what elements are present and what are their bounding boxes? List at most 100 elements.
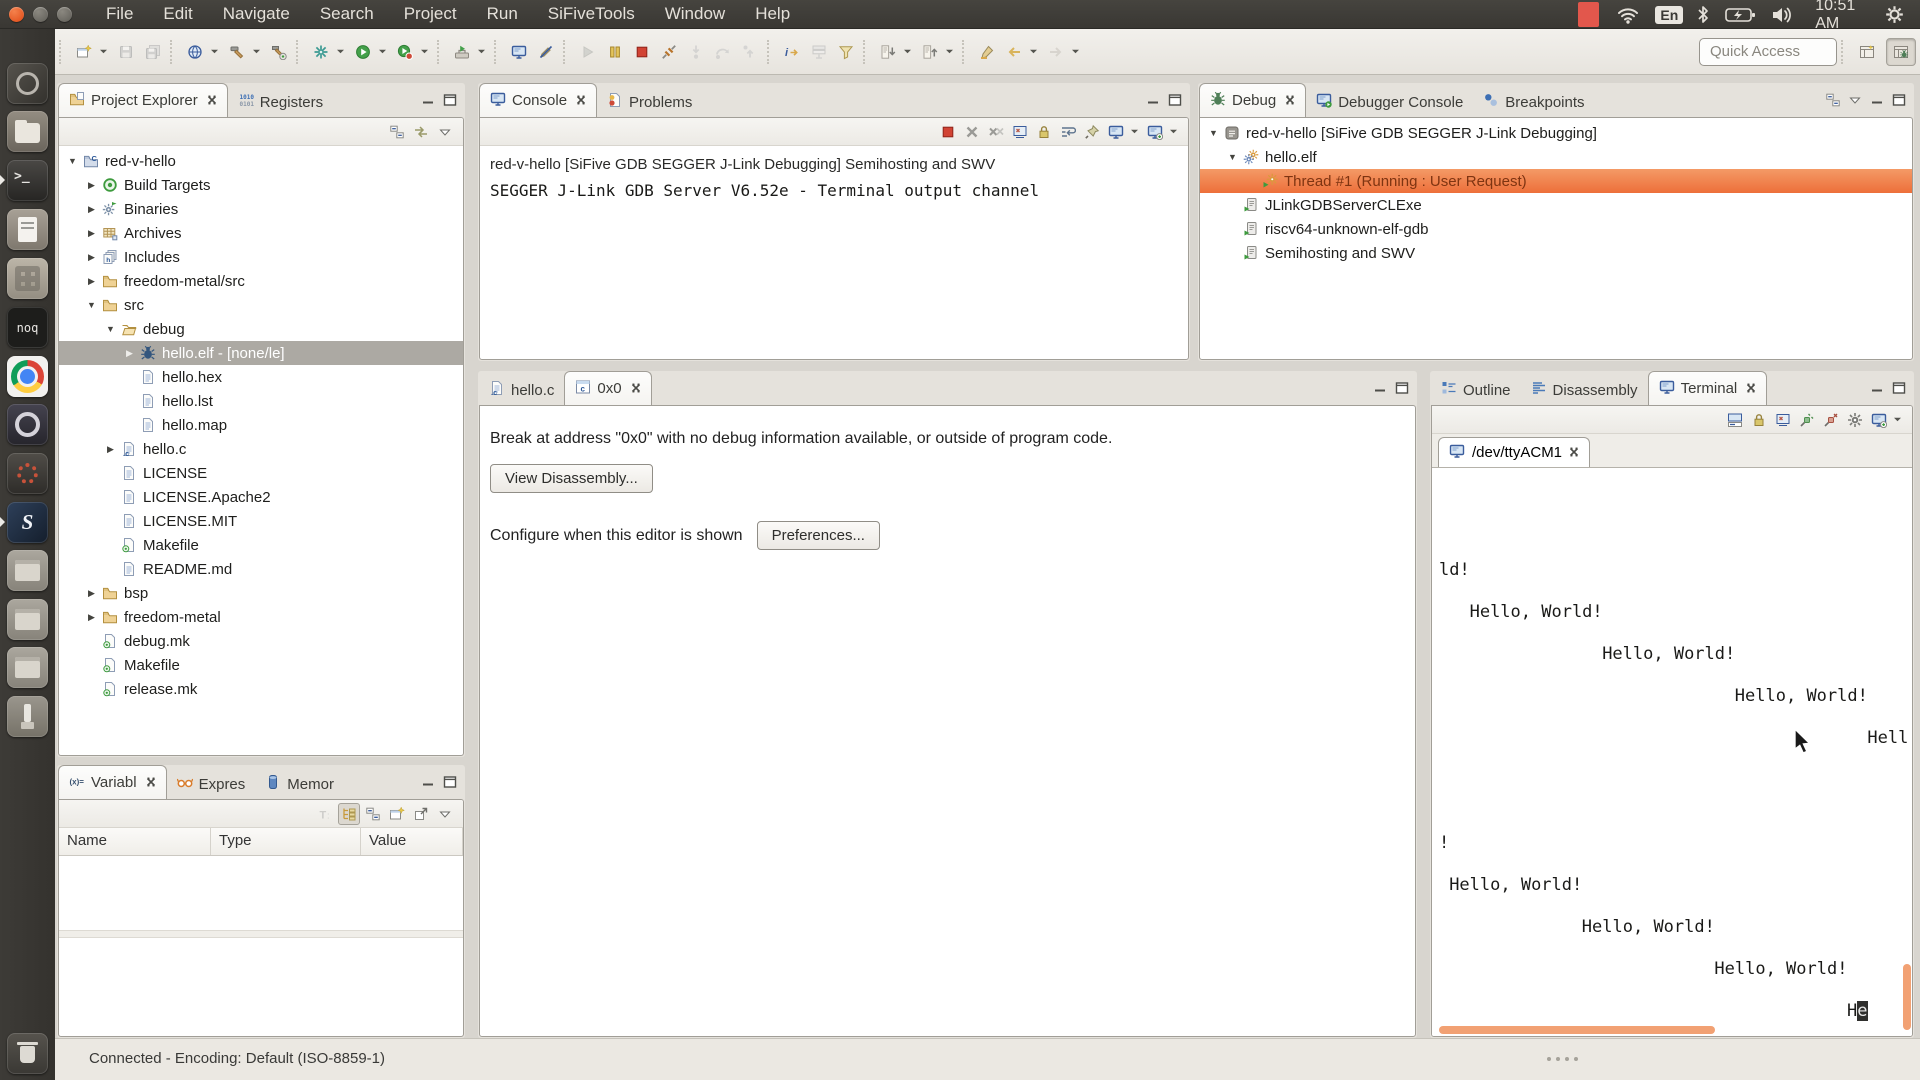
suspend-icon[interactable]: [602, 39, 627, 64]
terminal-icon[interactable]: [7, 160, 48, 201]
new-view-icon[interactable]: [386, 803, 408, 825]
toggle-editable-icon[interactable]: [533, 39, 558, 64]
display-selected-console-icon[interactable]: [1105, 121, 1127, 143]
collapsed-arrow-icon[interactable]: ▶: [86, 228, 97, 239]
collapse-all-icon[interactable]: [362, 803, 384, 825]
project-tree-row[interactable]: release.mk: [59, 677, 463, 701]
keyboard-layout-indicator[interactable]: En: [1655, 6, 1683, 24]
build-dropdown-icon[interactable]: [250, 39, 263, 64]
collapsed-arrow-icon[interactable]: ▶: [105, 444, 116, 455]
debug-perspective-icon[interactable]: [1886, 38, 1916, 66]
view-menu-icon[interactable]: [434, 121, 456, 143]
project-tree-row[interactable]: ▶freedom-metal/src: [59, 269, 463, 293]
project-tree-row[interactable]: Makefile: [59, 653, 463, 677]
word-wrap-icon[interactable]: [1057, 121, 1079, 143]
remove-all-launches-icon[interactable]: [985, 121, 1007, 143]
scroll-lock-icon[interactable]: [1748, 409, 1770, 431]
calculator-icon[interactable]: [7, 258, 48, 299]
close-icon[interactable]: [207, 92, 217, 109]
project-tree-row[interactable]: hello.hex: [59, 365, 463, 389]
instruction-stepping-icon[interactable]: i: [779, 39, 804, 64]
debug-tree-row[interactable]: riscv64-unknown-elf-gdb: [1200, 217, 1912, 241]
preferences-button[interactable]: Preferences...: [757, 521, 880, 550]
debug-tree-row[interactable]: ▼red-v-hello [SiFive GDB SEGGER J-Link D…: [1200, 121, 1912, 145]
debug-tree-row[interactable]: Semihosting and SWV: [1200, 241, 1912, 265]
collapsed-arrow-icon[interactable]: ▶: [86, 180, 97, 191]
expanded-arrow-icon[interactable]: ▼: [1208, 128, 1219, 138]
session-gear-icon[interactable]: [1885, 5, 1904, 24]
external-tools-dropdown-icon[interactable]: [475, 39, 488, 64]
debug-tree-row[interactable]: ▼hello.elf: [1200, 145, 1912, 169]
app-indicator-icon[interactable]: [1578, 2, 1599, 27]
tab-memor[interactable]: Memor: [255, 769, 344, 799]
tab-terminal[interactable]: Terminal: [1648, 371, 1768, 405]
text-editor-icon[interactable]: [7, 209, 48, 250]
close-icon[interactable]: [576, 92, 586, 109]
new-terminal-dropdown-icon[interactable]: [1891, 407, 1904, 432]
tab-debugger-console[interactable]: Debugger Console: [1306, 87, 1473, 117]
use-step-filters-icon[interactable]: [833, 39, 858, 64]
tab-outline[interactable]: Outline: [1431, 375, 1521, 405]
expanded-arrow-icon[interactable]: ▼: [86, 300, 97, 310]
collapsed-arrow-icon[interactable]: ▶: [124, 348, 135, 359]
menu-project[interactable]: Project: [404, 4, 457, 24]
open-perspective-icon[interactable]: [1852, 38, 1882, 66]
minimize-icon[interactable]: [1142, 90, 1164, 110]
maximize-icon[interactable]: [1164, 90, 1186, 110]
minimize-icon[interactable]: [1369, 378, 1391, 398]
tab-problems[interactable]: Problems: [597, 87, 702, 117]
project-tree-row[interactable]: ▶hIncludes: [59, 245, 463, 269]
tab-disassembly[interactable]: Disassembly: [1521, 375, 1648, 405]
next-annotation-icon[interactable]: [875, 39, 900, 64]
terminate-icon[interactable]: [629, 39, 654, 64]
trash-icon[interactable]: [7, 1033, 48, 1074]
variables-detail-splitter[interactable]: [59, 930, 463, 938]
terminal-vscrollbar[interactable]: [1903, 964, 1911, 1030]
archive-icon[interactable]: [7, 550, 48, 591]
pin-console-icon[interactable]: [1081, 121, 1103, 143]
battery-icon[interactable]: [1725, 7, 1755, 23]
files-icon[interactable]: [7, 111, 48, 152]
quick-access-input[interactable]: [1699, 38, 1837, 66]
collapse-all-icon[interactable]: [1822, 90, 1844, 110]
next-annotation-dropdown-icon[interactable]: [901, 39, 914, 64]
new-wizard-icon[interactable]: [71, 39, 96, 64]
project-tree-row[interactable]: ▼debug: [59, 317, 463, 341]
project-tree-row[interactable]: hello.lst: [59, 389, 463, 413]
usb-device-icon[interactable]: [7, 696, 48, 737]
profile-icon[interactable]: [392, 39, 417, 64]
project-tree-row[interactable]: ▶freedom-metal: [59, 605, 463, 629]
disk-utility-icon[interactable]: [7, 599, 48, 640]
maximize-icon[interactable]: [1391, 378, 1413, 398]
minimize-icon[interactable]: [417, 772, 439, 792]
disconnect-terminal-icon[interactable]: [1820, 409, 1842, 431]
expanded-arrow-icon[interactable]: ▼: [105, 324, 116, 334]
new-connection-icon[interactable]: [182, 39, 207, 64]
project-tree-row[interactable]: LICENSE: [59, 461, 463, 485]
tab-project-explorer[interactable]: Project Explorer: [58, 83, 228, 117]
clock[interactable]: 10:51 AM: [1815, 0, 1873, 33]
project-tree-row[interactable]: ▼Cred-v-hello: [59, 149, 463, 173]
display-selected-console-dropdown-icon[interactable]: [1128, 119, 1141, 144]
menu-navigate[interactable]: Navigate: [223, 4, 290, 24]
collapsed-arrow-icon[interactable]: ▶: [86, 252, 97, 263]
scroll-lock-icon[interactable]: [1033, 121, 1055, 143]
window-minimize-button[interactable]: [33, 7, 48, 22]
connect-icon[interactable]: [1796, 409, 1818, 431]
project-tree-row[interactable]: ▼src: [59, 293, 463, 317]
project-tree-row[interactable]: Makefile: [59, 533, 463, 557]
project-tree-row[interactable]: ▶bsp: [59, 581, 463, 605]
media-player-icon[interactable]: [7, 404, 48, 445]
clear-console-icon[interactable]: [1009, 121, 1031, 143]
debug-icon[interactable]: [308, 39, 333, 64]
collapsed-arrow-icon[interactable]: ▶: [86, 588, 97, 599]
sash-handle[interactable]: [1547, 1057, 1587, 1061]
run-icon[interactable]: [350, 39, 375, 64]
remove-launch-icon[interactable]: [961, 121, 983, 143]
project-tree-row[interactable]: LICENSE.MIT: [59, 509, 463, 533]
menu-window[interactable]: Window: [665, 4, 725, 24]
project-tree-row[interactable]: ▶Build Targets: [59, 173, 463, 197]
tab-registers[interactable]: 10100101Registers: [228, 87, 333, 117]
debug-tree-row[interactable]: JLinkGDBServerCLExe: [1200, 193, 1912, 217]
tab-breakpoints[interactable]: Breakpoints: [1473, 87, 1594, 117]
